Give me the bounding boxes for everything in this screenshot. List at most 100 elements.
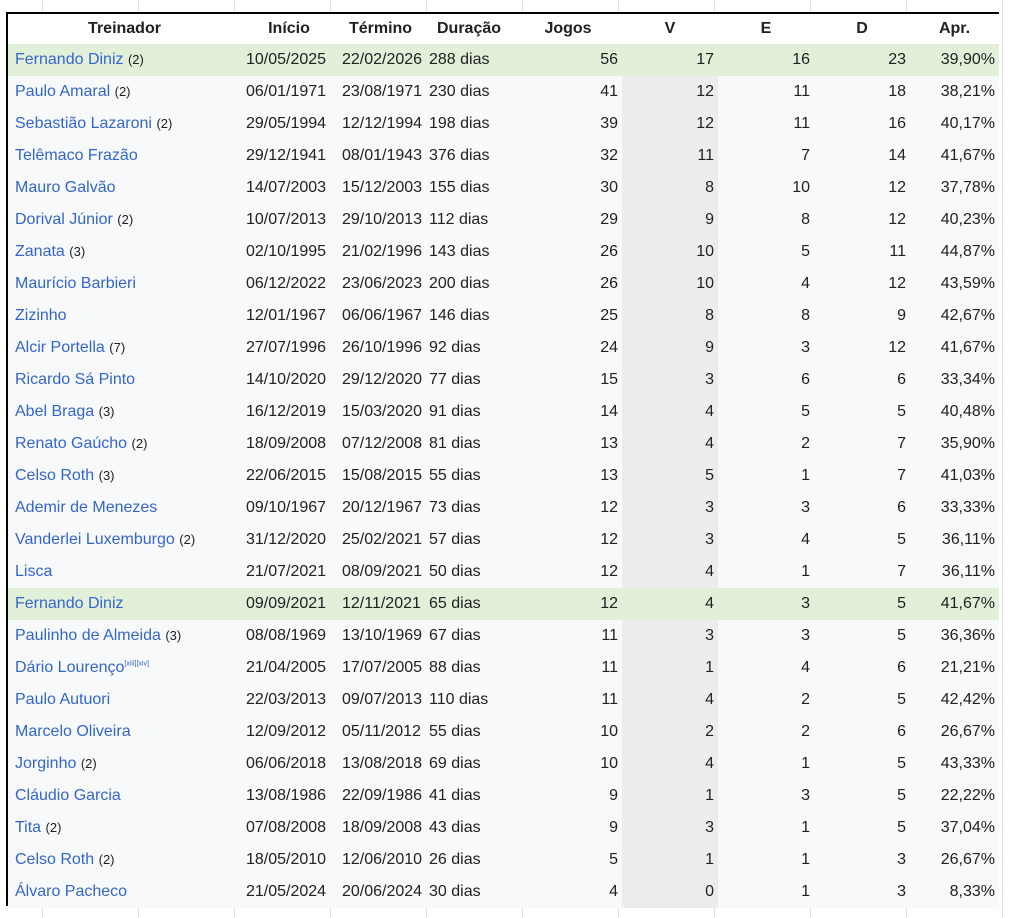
start-date-cell: 06/01/1971 bbox=[246, 83, 327, 100]
draws-cell: 1 bbox=[801, 851, 810, 868]
table-row[interactable]: Lisca 21/07/2021 08/09/2021 50 dias 12 4 1 7 36,… bbox=[8, 556, 999, 588]
wins-cell: 0 bbox=[622, 876, 718, 908]
duration-cell: 30 dias bbox=[429, 883, 481, 900]
coach-name-link[interactable]: Sebastião Lazaroni bbox=[15, 115, 152, 132]
table-row[interactable]: Fernando Diniz (2) 10/05/2025 22/02/2026 28… bbox=[8, 44, 999, 76]
coach-name-cell: Jorginho (2) bbox=[8, 748, 241, 780]
losses-cell: 5 bbox=[897, 819, 906, 836]
coach-name-link[interactable]: Paulinho de Almeida bbox=[15, 627, 161, 644]
start-date-cell: 21/04/2005 bbox=[246, 659, 327, 676]
coach-name-link[interactable]: Tita bbox=[15, 819, 41, 836]
header-treinador[interactable]: Treinador bbox=[8, 14, 241, 44]
coach-name-link[interactable]: Fernando Diniz bbox=[15, 51, 124, 68]
coach-name-cell: Dário Lourenço[xiii][xiv] bbox=[8, 652, 241, 684]
wins-cell: 4 bbox=[622, 428, 718, 460]
table-row[interactable]: Ricardo Sá Pinto 14/10/2020 29/12/2020 77 d… bbox=[8, 364, 999, 396]
wins-cell: 12 bbox=[622, 108, 718, 140]
coach-name-link[interactable]: Lisca bbox=[15, 563, 52, 580]
wins-cell: 4 bbox=[622, 396, 718, 428]
table-row[interactable]: Cláudio Garcia 13/08/1986 22/09/1986 41 dia… bbox=[8, 780, 999, 812]
coach-name-link[interactable]: Ricardo Sá Pinto bbox=[15, 371, 135, 388]
table-row[interactable]: Celso Roth (2) 18/05/2010 12/06/2010 26 dia… bbox=[8, 844, 999, 876]
draws-cell: 16 bbox=[792, 51, 810, 68]
table-row[interactable]: Maurício Barbieri 06/12/2022 23/06/2023 200… bbox=[8, 268, 999, 300]
losses-cell: 12 bbox=[888, 275, 906, 292]
table-row[interactable]: Renato Gaúcho (2) 18/09/2008 07/12/2008 81 … bbox=[8, 428, 999, 460]
coach-name-link[interactable]: Alcir Portella bbox=[15, 339, 105, 356]
coach-name-link[interactable]: Zanata bbox=[15, 243, 65, 260]
table-row[interactable]: Dorival Júnior (2) 10/07/2013 29/10/2013 11… bbox=[8, 204, 999, 236]
start-date-cell: 14/10/2020 bbox=[246, 371, 327, 388]
table-row[interactable]: Celso Roth (3) 22/06/2015 15/08/2015 55 dia… bbox=[8, 460, 999, 492]
coach-name-link[interactable]: Mauro Galvão bbox=[15, 179, 116, 196]
games-cell: 9 bbox=[609, 819, 618, 836]
coach-name-link[interactable]: Renato Gaúcho bbox=[15, 435, 127, 452]
coach-name-link[interactable]: Dorival Júnior bbox=[15, 211, 113, 228]
table-row[interactable]: Telêmaco Frazão 29/12/1941 08/01/1943 376 d… bbox=[8, 140, 999, 172]
table-row[interactable]: Alcir Portella (7) 27/07/1996 26/10/1996 92… bbox=[8, 332, 999, 364]
header-empates[interactable]: E bbox=[718, 14, 814, 44]
table-row[interactable]: Ademir de Menezes 09/10/1967 20/12/1967 73 … bbox=[8, 492, 999, 524]
coach-name-link[interactable]: Celso Roth bbox=[15, 851, 94, 868]
start-date-cell: 31/12/2020 bbox=[246, 531, 327, 548]
wins-cell: 1 bbox=[622, 780, 718, 812]
coach-name-link[interactable]: Celso Roth bbox=[15, 467, 94, 484]
header-duracao[interactable]: Duração bbox=[424, 14, 514, 44]
games-cell: 4 bbox=[609, 883, 618, 900]
start-date-cell: 12/01/1967 bbox=[246, 307, 327, 324]
table-row[interactable]: Abel Braga (3) 16/12/2019 15/03/2020 91 dia… bbox=[8, 396, 999, 428]
footnote-reference[interactable]: [xiii][xiv] bbox=[124, 661, 149, 668]
coach-name-cell: Dorival Júnior (2) bbox=[8, 204, 241, 236]
draws-cell: 3 bbox=[801, 627, 810, 644]
stint-count: (2) bbox=[114, 84, 131, 99]
table-row[interactable]: Paulinho de Almeida (3) 08/08/1969 13/10/1… bbox=[8, 620, 999, 652]
header-jogos[interactable]: Jogos bbox=[514, 14, 622, 44]
win-rate-cell: 36,11% bbox=[941, 563, 995, 580]
coach-name-link[interactable]: Marcelo Oliveira bbox=[15, 723, 131, 740]
coach-name-link[interactable]: Paulo Autuori bbox=[15, 691, 110, 708]
coach-name-link[interactable]: Dário Lourenço bbox=[15, 659, 124, 676]
coach-name-link[interactable]: Maurício Barbieri bbox=[15, 275, 136, 292]
duration-cell: 376 dias bbox=[429, 147, 490, 164]
table-row[interactable]: Sebastião Lazaroni (2) 29/05/1994 12/12/19… bbox=[8, 108, 999, 140]
win-rate-cell: 44,87% bbox=[940, 243, 995, 260]
duration-cell: 77 dias bbox=[429, 371, 481, 388]
win-rate-cell: 41,67% bbox=[940, 339, 995, 356]
end-date-cell: 29/12/2020 bbox=[342, 371, 423, 388]
draws-cell: 7 bbox=[801, 147, 810, 164]
header-vitorias[interactable]: V bbox=[622, 14, 718, 44]
coach-name-link[interactable]: Vanderlei Luxemburgo bbox=[15, 531, 175, 548]
coach-name-link[interactable]: Telêmaco Frazão bbox=[15, 147, 138, 164]
table-row[interactable]: Mauro Galvão 14/07/2003 15/12/2003 155 dias… bbox=[8, 172, 999, 204]
table-row[interactable]: Álvaro Pacheco 21/05/2024 20/06/2024 30 dia… bbox=[8, 876, 999, 908]
table-row[interactable]: Vanderlei Luxemburgo (2) 31/12/2020 25/02/… bbox=[8, 524, 999, 556]
table-row[interactable]: Fernando Diniz 09/09/2021 12/11/2021 65 dia… bbox=[8, 588, 999, 620]
coach-name-link[interactable]: Ademir de Menezes bbox=[15, 499, 157, 516]
table-row[interactable]: Zanata (3) 02/10/1995 21/02/1996 143 dias 26… bbox=[8, 236, 999, 268]
coach-name-link[interactable]: Paulo Amaral bbox=[15, 83, 110, 100]
coach-name-link[interactable]: Zizinho bbox=[15, 307, 67, 324]
coach-name-link[interactable]: Fernando Diniz bbox=[15, 595, 124, 612]
draws-cell: 11 bbox=[793, 83, 810, 100]
coach-name-link[interactable]: Cláudio Garcia bbox=[15, 787, 121, 804]
header-inicio[interactable]: Início bbox=[241, 14, 337, 44]
header-derrotas[interactable]: D bbox=[814, 14, 910, 44]
start-date-cell: 10/05/2025 bbox=[246, 51, 327, 68]
duration-cell: 230 dias bbox=[429, 83, 490, 100]
table-row[interactable]: Tita (2) 07/08/2008 18/09/2008 43 dias 9 3 1 5 3… bbox=[8, 812, 999, 844]
table-row[interactable]: Jorginho (2) 06/06/2018 13/08/2018 69 dias 1… bbox=[8, 748, 999, 780]
coach-name-link[interactable]: Jorginho bbox=[15, 755, 76, 772]
table-row[interactable]: Zizinho 12/01/1967 06/06/1967 146 dias 25 8 8 9… bbox=[8, 300, 999, 332]
games-cell: 13 bbox=[600, 435, 618, 452]
coach-name-link[interactable]: Álvaro Pacheco bbox=[15, 883, 127, 900]
table-row[interactable]: Paulo Autuori 22/03/2013 09/07/2013 110 dia… bbox=[8, 684, 999, 716]
table-row[interactable]: Marcelo Oliveira 12/09/2012 05/11/2012 55 d… bbox=[8, 716, 999, 748]
losses-cell: 6 bbox=[897, 371, 906, 388]
coach-name-link[interactable]: Abel Braga bbox=[15, 403, 94, 420]
coach-name-cell: Vanderlei Luxemburgo (2) bbox=[8, 524, 241, 556]
win-rate-cell: 39,90% bbox=[940, 51, 995, 68]
header-termino[interactable]: Término bbox=[337, 14, 424, 44]
header-aproveitamento[interactable]: Apr. bbox=[910, 14, 999, 44]
table-row[interactable]: Dário Lourenço[xiii][xiv] 21/04/2005 17/07… bbox=[8, 652, 999, 684]
table-row[interactable]: Paulo Amaral (2) 06/01/1971 23/08/1971 230 … bbox=[8, 76, 999, 108]
